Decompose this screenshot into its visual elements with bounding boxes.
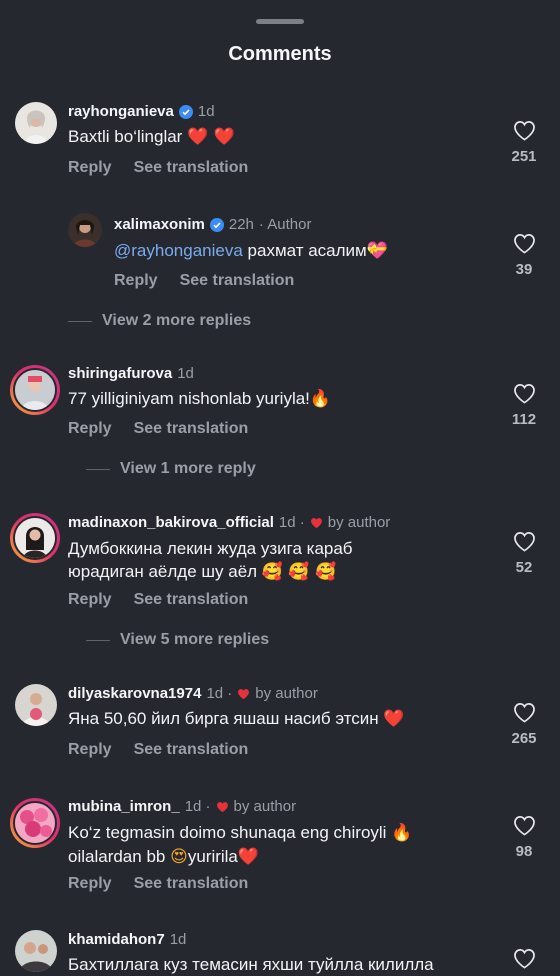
avatar[interactable] [15, 102, 57, 144]
comment-text: Baxtli bo‘linglar ❤️ ❤️ [68, 127, 235, 147]
comment-time: 1d [177, 365, 194, 382]
comment-meta: shiringafurova 1d [68, 365, 194, 382]
divider [86, 639, 110, 641]
comment-meta: xalimaxonim 22h · Author [114, 216, 311, 233]
comment-meta: dilyaskarovna1974 1d · by author [68, 685, 318, 702]
username[interactable]: khamidahon7 [68, 931, 165, 948]
liked-by-author-heart-icon [216, 801, 228, 812]
like-button[interactable]: 112 [508, 383, 540, 428]
heart-outline-icon [513, 816, 535, 836]
heart-eyes-emoji: 😍 [170, 847, 188, 867]
see-translation-button[interactable]: See translation [180, 272, 295, 290]
heart-outline-icon [513, 121, 535, 141]
avatar[interactable] [10, 513, 60, 563]
comment-actions: Reply See translation [68, 159, 248, 177]
comment-actions: Reply See translation [114, 272, 294, 290]
see-translation-button[interactable]: See translation [134, 741, 249, 759]
avatar[interactable] [15, 930, 57, 972]
comment-text: 77 yilliginiyam nishonlab yuriyla!🔥 [68, 389, 332, 409]
page-title: Comments [228, 43, 332, 65]
by-author-label: by author [327, 514, 391, 531]
view-more-replies-button[interactable]: View 5 more replies [86, 631, 269, 649]
divider [68, 320, 92, 322]
comment-text: Думбоккина лекин жуда узига караб юрадига… [68, 539, 353, 582]
comment-time: 1d · [184, 798, 211, 815]
comment-actions: Reply See translation [68, 420, 248, 438]
avatar[interactable] [68, 213, 102, 247]
liked-by-author-heart-icon [310, 517, 322, 528]
comment-actions: Reply See translation [68, 591, 248, 609]
like-count: 251 [511, 148, 537, 165]
username[interactable]: shiringafurova [68, 365, 172, 382]
comment-text: Бахтиллага куз темасин яхши туйлла килил… [68, 955, 434, 974]
reply-button[interactable]: Reply [68, 159, 112, 177]
heart-outline-icon [513, 234, 535, 254]
fire-emoji: 🔥 [309, 389, 332, 409]
heart-emoji: ❤️ [383, 709, 405, 729]
comment-meta: khamidahon7 1d [68, 931, 186, 948]
like-button[interactable] [508, 948, 540, 969]
view-more-replies-button[interactable]: View 2 more replies [68, 312, 251, 330]
divider [86, 468, 110, 470]
see-translation-button[interactable]: See translation [134, 159, 249, 177]
username[interactable]: rayhonganieva [68, 103, 174, 120]
heart-gift-emoji: 💝 [366, 241, 388, 261]
comment-time: 1d · [206, 685, 233, 702]
heart-outline-icon [513, 384, 535, 404]
like-button[interactable]: 52 [508, 531, 540, 576]
comment-actions: Reply See translation [68, 741, 248, 759]
view-more-replies-button[interactable]: View 1 more reply [86, 460, 256, 478]
comment-text: Ko‘z tegmasin doimo shunaqa eng chiroyli… [68, 823, 413, 867]
comment-text: @rayhonganieva рахмат асалим💝 [114, 241, 388, 261]
like-count: 112 [511, 411, 537, 428]
author-label: · Author [258, 216, 312, 233]
comment-time: 22h [228, 216, 254, 233]
see-translation-button[interactable]: See translation [134, 420, 249, 438]
like-button[interactable]: 98 [508, 815, 540, 860]
username[interactable]: xalimaxonim [114, 216, 205, 233]
comment-time: 1d · [278, 514, 305, 531]
drag-handle[interactable] [256, 19, 304, 24]
reply-button[interactable]: Reply [68, 591, 112, 609]
heart-outline-icon [513, 949, 535, 969]
like-count: 39 [515, 261, 533, 278]
verified-badge-icon [209, 217, 224, 232]
reply-button[interactable]: Reply [68, 741, 112, 759]
by-author-label: by author [255, 685, 318, 702]
reply-button[interactable]: Reply [68, 875, 112, 893]
reply-button[interactable]: Reply [114, 272, 158, 290]
liked-by-author-heart-icon [238, 688, 250, 699]
like-button[interactable]: 39 [508, 233, 540, 278]
see-translation-button[interactable]: See translation [134, 875, 249, 893]
avatar[interactable] [10, 798, 60, 848]
comment-meta: madinaxon_bakirova_official 1d · by auth… [68, 514, 390, 531]
see-translation-button[interactable]: See translation [134, 591, 249, 609]
comment-actions: Reply See translation [68, 875, 248, 893]
mention-link[interactable]: @rayhonganieva [114, 241, 243, 260]
verified-badge-icon [178, 104, 193, 119]
reply-button[interactable]: Reply [68, 420, 112, 438]
like-count: 265 [511, 730, 537, 747]
heart-emoji: ❤️ [237, 847, 260, 867]
comment-meta: mubina_imron_ 1d · by author [68, 798, 296, 815]
username[interactable]: mubina_imron_ [68, 798, 180, 815]
avatar[interactable] [10, 365, 60, 415]
by-author-label: by author [233, 798, 297, 815]
username[interactable]: madinaxon_bakirova_official [68, 514, 274, 531]
comment-meta: rayhonganieva 1d [68, 103, 215, 120]
heart-outline-icon [513, 532, 535, 552]
fire-emoji: 🔥 [391, 823, 413, 843]
heart-outline-icon [513, 703, 535, 723]
like-count: 98 [515, 843, 533, 860]
username[interactable]: dilyaskarovna1974 [68, 685, 201, 702]
comment-time: 1d [197, 103, 215, 120]
like-button[interactable]: 265 [508, 702, 540, 747]
like-count: 52 [515, 559, 533, 576]
smiling-hearts-emoji: 🥰 🥰 🥰 [261, 562, 337, 582]
like-button[interactable]: 251 [508, 120, 540, 165]
comment-text: Яна 50,60 йил бирга яшаш насиб этсин ❤️ [68, 709, 405, 729]
avatar[interactable] [15, 684, 57, 726]
comment-time: 1d [169, 931, 187, 948]
heart-emoji: ❤️ ❤️ [187, 127, 235, 147]
